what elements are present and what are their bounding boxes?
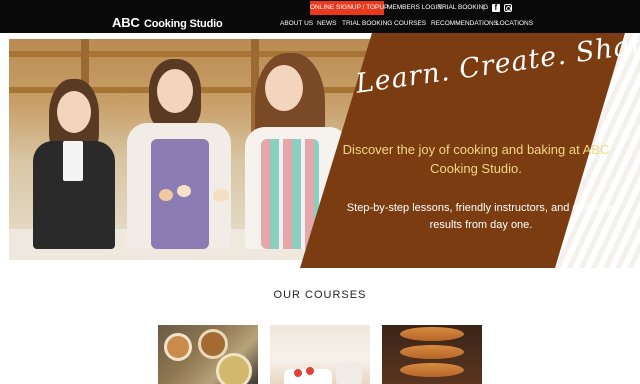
hero-description: Step-by-step lessons, friendly instructo… <box>346 202 616 231</box>
site-header: ABC Cooking Studio ONLINE SIGNUP / TOPUP… <box>0 0 640 33</box>
nav-about-us[interactable]: ABOUT US <box>280 19 313 29</box>
dough-ball <box>213 189 229 202</box>
instagram-icon[interactable] <box>504 4 512 12</box>
facebook-icon[interactable] <box>492 3 500 12</box>
hero-headline: Discover the joy of cooking and baking a… <box>342 142 610 176</box>
utility-separator: | <box>483 4 485 11</box>
hero-banner: Learn. Create. Share. Discover the joy o… <box>0 33 640 268</box>
student-figure <box>119 59 239 249</box>
section-title: OUR COURSES <box>273 289 367 301</box>
online-signup-button[interactable]: ONLINE SIGNUP / TOPUP <box>310 1 388 15</box>
nav-trial-booking[interactable]: TRIAL BOOKING <box>342 19 392 29</box>
nav-recommendations[interactable]: RECOMMENDATIONS <box>431 19 498 29</box>
course-tile-bread[interactable] <box>382 325 482 384</box>
site-logo[interactable]: ABC Cooking Studio <box>112 15 223 30</box>
course-tile-cake[interactable] <box>270 325 370 384</box>
nav-locations[interactable]: LOCATIONS <box>496 19 533 29</box>
dough-ball <box>177 185 191 197</box>
dough-ball <box>159 189 173 201</box>
nav-news[interactable]: NEWS <box>317 19 337 29</box>
nav-courses[interactable]: COURSES <box>394 19 426 29</box>
members-login-link[interactable]: MEMBERS LOGIN <box>387 1 442 15</box>
instructor-figure <box>27 79 117 249</box>
trial-booking-link[interactable]: TRIAL BOOKING <box>438 1 488 15</box>
course-tile-cooking[interactable] <box>158 325 258 384</box>
logo-main: ABC <box>112 15 140 30</box>
logo-sub: Cooking Studio <box>144 18 223 30</box>
